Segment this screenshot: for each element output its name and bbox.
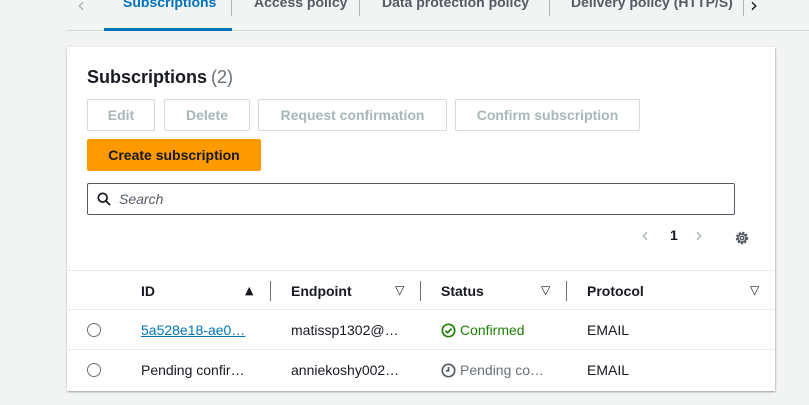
subscription-id-link[interactable]: 5a528e18-ae0… [141, 322, 245, 338]
confirm-subscription-button[interactable]: Confirm subscription [455, 99, 640, 131]
row-select-radio[interactable] [87, 323, 101, 337]
endpoint-cell: anniekoshy002… [291, 362, 400, 378]
subscription-count: (2) [211, 67, 234, 87]
tabs-bar: ‹ Subscriptions Access policy Data prote… [67, 0, 809, 31]
search-icon [97, 192, 111, 206]
table-header: ID ▲ Endpoint ▽ Status ▽ Protocol ▽ [67, 270, 775, 310]
endpoint-cell: matissp1302@… [291, 322, 399, 338]
search-box[interactable] [87, 183, 735, 215]
tab-divider [231, 0, 232, 16]
sort-icon[interactable]: ▽ [395, 283, 404, 297]
create-subscription-button[interactable]: Create subscription [87, 139, 261, 171]
column-header-status[interactable]: Status [441, 283, 484, 299]
next-page-icon[interactable]: › [695, 223, 703, 247]
row-select-radio[interactable] [87, 363, 101, 377]
clock-icon [441, 363, 456, 381]
tabs-scroll-left-icon[interactable]: ‹ [77, 0, 85, 17]
tab-subscriptions[interactable]: Subscriptions [123, 0, 216, 10]
tab-delivery-policy[interactable]: Delivery policy (HTTP/S) [571, 0, 733, 10]
column-divider[interactable] [566, 281, 567, 301]
active-tab-indicator [104, 28, 232, 31]
search-input[interactable] [119, 191, 719, 207]
table-row[interactable]: Pending confir… anniekoshy002… Pending c… [67, 350, 775, 390]
previous-page-icon[interactable]: ‹ [641, 223, 649, 247]
sort-ascending-icon[interactable]: ▲ [245, 284, 253, 297]
column-header-protocol[interactable]: Protocol [587, 283, 644, 299]
tabs-scroll-right-icon[interactable]: › [750, 0, 758, 17]
subscription-id-cell: Pending confir… [141, 362, 245, 378]
status-text: Confirmed [460, 322, 525, 338]
panel-title: Subscriptions (2) [87, 67, 233, 88]
protocol-cell: EMAIL [587, 362, 630, 378]
column-header-endpoint[interactable]: Endpoint [291, 283, 352, 299]
sort-icon[interactable]: ▽ [750, 283, 759, 297]
status-cell: Confirmed [441, 322, 525, 341]
status-cell: Pending co… [441, 362, 544, 381]
gear-icon[interactable] [734, 230, 750, 246]
column-divider[interactable] [420, 281, 421, 301]
request-confirmation-button[interactable]: Request confirmation [258, 99, 447, 131]
protocol-cell: EMAIL [587, 322, 630, 338]
check-circle-icon [441, 323, 456, 341]
panel-title-text: Subscriptions [87, 67, 208, 87]
column-divider[interactable] [270, 281, 271, 301]
tab-divider [359, 0, 360, 16]
edit-button[interactable]: Edit [87, 99, 155, 131]
tab-access-policy[interactable]: Access policy [254, 0, 347, 10]
tab-divider [549, 0, 550, 16]
table-row[interactable]: 5a528e18-ae0… matissp1302@… Confirmed EM… [67, 310, 775, 350]
status-text: Pending co… [460, 362, 545, 378]
column-header-id[interactable]: ID [141, 283, 155, 299]
tab-data-protection-policy[interactable]: Data protection policy [382, 0, 529, 10]
page-number-current[interactable]: 1 [670, 227, 678, 243]
subscriptions-panel: Subscriptions (2) Edit Delete Request con… [67, 47, 775, 391]
tab-divider [743, 0, 744, 16]
sort-icon[interactable]: ▽ [541, 283, 550, 297]
delete-button[interactable]: Delete [164, 99, 250, 131]
